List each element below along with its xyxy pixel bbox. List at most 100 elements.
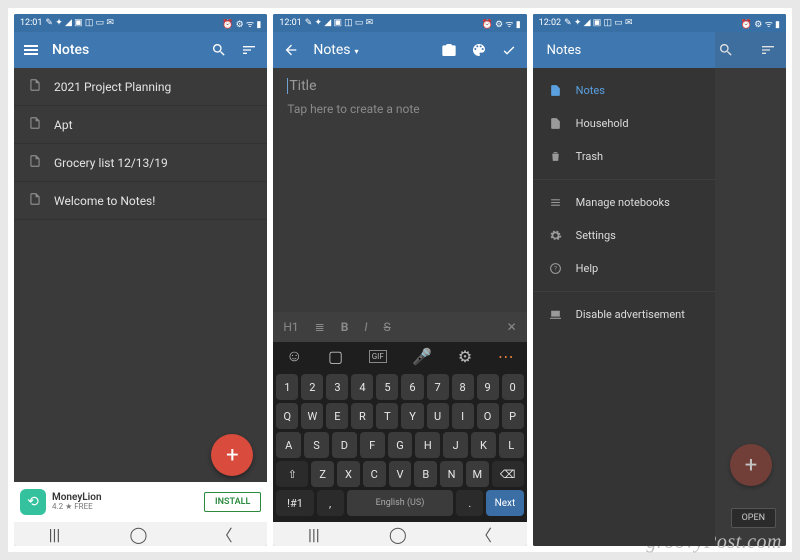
kb-more-icon[interactable]: ⋯ xyxy=(498,347,514,366)
drawer-item-help[interactable]: ?Help xyxy=(533,252,715,285)
gif-icon[interactable]: GIF xyxy=(369,350,387,363)
status-bar: 12:02✎ ✦ ◢ ▣ ◫ ▭ ✉ xyxy=(533,14,715,32)
key-u[interactable]: U xyxy=(427,403,449,429)
keyboard-toolbar: ☺ ▢ GIF 🎤 ⚙ ⋯ xyxy=(273,342,526,370)
key-c[interactable]: C xyxy=(363,461,386,487)
key-5[interactable]: 5 xyxy=(376,374,398,400)
sort-icon[interactable] xyxy=(760,42,776,58)
key-2[interactable]: 2 xyxy=(301,374,323,400)
add-camera-icon[interactable] xyxy=(441,42,457,58)
key-b[interactable]: B xyxy=(414,461,437,487)
ad-install-button[interactable]: INSTALL xyxy=(204,492,261,512)
key-p[interactable]: P xyxy=(502,403,524,429)
key-v[interactable]: V xyxy=(389,461,412,487)
bold-button[interactable]: B xyxy=(341,320,349,334)
key-⌫[interactable]: ⌫ xyxy=(492,461,524,487)
h1-button[interactable]: H1 xyxy=(283,320,298,334)
sort-icon[interactable] xyxy=(241,42,257,58)
note-item[interactable]: 2021 Project Planning xyxy=(14,68,267,106)
home-button[interactable]: ◯ xyxy=(389,525,407,544)
note-item[interactable]: Apt xyxy=(14,106,267,144)
back-button[interactable]: 〈 xyxy=(476,522,492,546)
recents-button[interactable]: ||| xyxy=(308,525,320,544)
title-input[interactable]: Title xyxy=(287,78,512,94)
key-n[interactable]: N xyxy=(440,461,463,487)
note-item[interactable]: Grocery list 12/13/19 xyxy=(14,144,267,182)
key-0[interactable]: 0 xyxy=(502,374,524,400)
key-3[interactable]: 3 xyxy=(326,374,348,400)
notebook-dropdown[interactable]: Notes xyxy=(313,42,358,58)
list-button[interactable]: ≣ xyxy=(315,320,325,334)
key-4[interactable]: 4 xyxy=(351,374,373,400)
confirm-icon[interactable] xyxy=(501,42,517,58)
key-z[interactable]: Z xyxy=(311,461,334,487)
key-a[interactable]: A xyxy=(276,432,301,458)
key-9[interactable]: 9 xyxy=(477,374,499,400)
key-k[interactable]: K xyxy=(471,432,496,458)
key-h[interactable]: H xyxy=(415,432,440,458)
note-item[interactable]: Welcome to Notes! xyxy=(14,182,267,220)
screen-drawer: 12:02✎ ✦ ◢ ▣ ◫ ▭ ✉ ⏰ ⚙ ᯤ ▮ + OPEN 12:02✎… xyxy=(533,14,786,546)
drawer-item-settings[interactable]: Settings xyxy=(533,219,715,252)
close-format-button[interactable]: ✕ xyxy=(507,320,517,334)
drawer-item-manage-notebooks[interactable]: Manage notebooks xyxy=(533,186,715,219)
key-e[interactable]: E xyxy=(326,403,348,429)
italic-button[interactable]: I xyxy=(364,320,367,334)
key-d[interactable]: D xyxy=(332,432,357,458)
key-s[interactable]: S xyxy=(304,432,329,458)
ad-open-button[interactable]: OPEN xyxy=(731,508,776,528)
strike-button[interactable]: S xyxy=(384,320,391,334)
note-title: 2021 Project Planning xyxy=(54,80,171,94)
note-icon xyxy=(28,78,42,95)
add-note-fab[interactable]: + xyxy=(730,444,772,486)
key-r[interactable]: R xyxy=(351,403,373,429)
key-x[interactable]: X xyxy=(337,461,360,487)
status-bar: 12:01✎ ✦ ◢ ▣ ◫ ▭ ✉ ⏰ ⚙ ᯤ ▮ xyxy=(273,14,526,32)
key-7[interactable]: 7 xyxy=(427,374,449,400)
key-⇧[interactable]: ⇧ xyxy=(276,461,308,487)
body-input[interactable]: Tap here to create a note xyxy=(287,102,512,116)
drawer-item-trash[interactable]: Trash xyxy=(533,140,715,173)
back-button[interactable]: 〈 xyxy=(217,522,233,546)
sticker-icon[interactable]: ▢ xyxy=(328,347,343,366)
kb-settings-icon[interactable]: ⚙ xyxy=(458,347,472,366)
menu-icon[interactable] xyxy=(24,45,38,55)
key-o[interactable]: O xyxy=(477,403,499,429)
key-1[interactable]: 1 xyxy=(276,374,298,400)
key-,[interactable]: , xyxy=(317,490,344,516)
editor-area[interactable]: Title Tap here to create a note xyxy=(273,68,526,312)
search-icon[interactable] xyxy=(211,42,227,58)
key-!#1[interactable]: !#1 xyxy=(276,490,313,516)
key-next[interactable]: Next xyxy=(486,490,523,516)
app-title: Notes xyxy=(52,42,89,58)
drawer-item-disable-advertisement[interactable]: Disable advertisement xyxy=(533,298,715,331)
key-t[interactable]: T xyxy=(376,403,398,429)
key-q[interactable]: Q xyxy=(276,403,298,429)
note-title: Grocery list 12/13/19 xyxy=(54,156,168,170)
back-icon[interactable] xyxy=(283,42,299,58)
recents-button[interactable]: ||| xyxy=(49,525,61,544)
emoji-icon[interactable]: ☺ xyxy=(286,346,302,366)
mic-icon[interactable]: 🎤 xyxy=(412,347,432,366)
drawer-item-notes[interactable]: Notes xyxy=(533,74,715,107)
key-g[interactable]: G xyxy=(388,432,413,458)
key-j[interactable]: J xyxy=(443,432,468,458)
key-m[interactable]: M xyxy=(466,461,489,487)
search-icon[interactable] xyxy=(718,42,734,58)
key-8[interactable]: 8 xyxy=(452,374,474,400)
key-english (us)[interactable]: English (US) xyxy=(347,490,454,516)
palette-icon[interactable] xyxy=(471,42,487,58)
ad-app-rating: 4.2 ★ FREE xyxy=(52,503,198,512)
home-button[interactable]: ◯ xyxy=(130,525,148,544)
key-l[interactable]: L xyxy=(499,432,524,458)
drawer-item-household[interactable]: Household xyxy=(533,107,715,140)
format-toolbar: H1 ≣ B I S ✕ xyxy=(273,312,526,342)
key-i[interactable]: I xyxy=(452,403,474,429)
key-6[interactable]: 6 xyxy=(401,374,423,400)
ad-banner[interactable]: ⟲ MoneyLion 4.2 ★ FREE INSTALL xyxy=(14,482,267,522)
key-w[interactable]: W xyxy=(301,403,323,429)
note-icon xyxy=(28,154,42,171)
key-y[interactable]: Y xyxy=(401,403,423,429)
key-f[interactable]: F xyxy=(360,432,385,458)
key-.[interactable]: . xyxy=(456,490,483,516)
